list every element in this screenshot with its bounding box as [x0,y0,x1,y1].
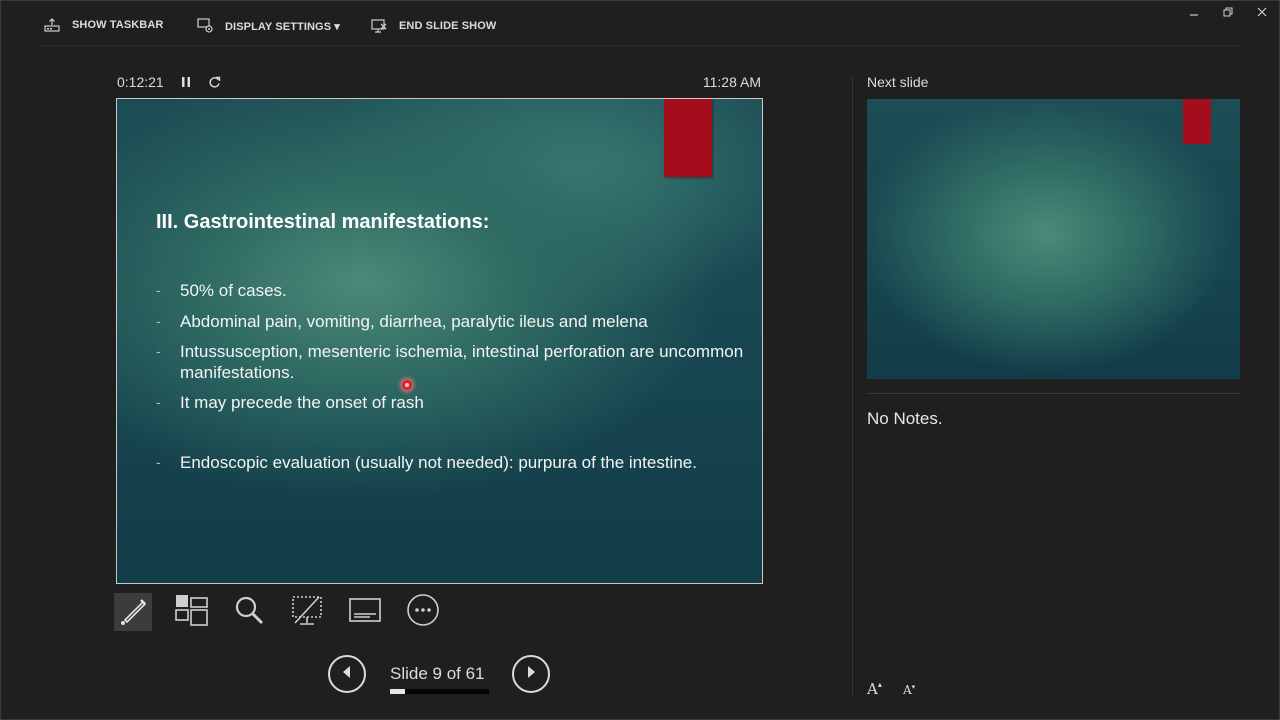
decrease-font-label: A [903,683,912,697]
subtitles-button[interactable] [346,593,384,631]
slide-progress-bar [390,689,489,694]
zoom-icon [232,593,266,632]
bullet-text: Abdominal pain, vomiting, diarrhea, para… [180,312,648,331]
decrease-caret-icon: ▾ [911,683,916,691]
previous-slide-button[interactable] [328,655,366,693]
restart-timer-icon[interactable] [206,74,222,90]
show-taskbar-button[interactable]: SHOW TASKBAR [44,18,163,32]
minimize-icon[interactable] [1183,4,1205,20]
show-taskbar-label: SHOW TASKBAR [72,19,164,31]
pane-divider [852,76,853,696]
bullet-marker: - [156,313,161,329]
bullet-item: - Abdominal pain, vomiting, diarrhea, par… [156,311,746,332]
pen-tool-button[interactable] [114,593,152,631]
see-all-slides-icon [174,593,208,632]
black-screen-icon [290,593,324,632]
bullet-marker: - [156,394,161,410]
elapsed-timer: 0:12:21 [117,74,164,90]
next-slide-button[interactable] [512,655,550,693]
restore-icon[interactable] [1217,4,1239,20]
increase-caret-icon: ▴ [877,680,882,689]
display-settings-label: DISPLAY SETTINGS ▾ [225,20,340,33]
end-slide-show-button[interactable]: END SLIDE SHOW [371,18,496,34]
zoom-button[interactable] [230,593,268,631]
display-settings-button[interactable]: DISPLAY SETTINGS ▾ [197,18,340,34]
pen-icon [116,593,150,632]
notes-divider [867,393,1240,394]
see-all-slides-button[interactable] [172,593,210,631]
slide-title: III. Gastrointestinal manifestations: [156,211,490,233]
next-slide-preview[interactable] [867,99,1240,379]
end-slide-show-icon [371,18,389,34]
increase-font-label: A [867,680,878,698]
pause-icon[interactable] [178,74,194,90]
slide-counter[interactable]: Slide 9 of 61 [390,664,485,684]
bullet-item: - Intussusception, mesenteric ischemia, i… [156,341,746,383]
triangle-left-icon [340,665,354,684]
laser-pointer [402,380,412,390]
decrease-font-size-button[interactable]: A▾ [903,683,915,697]
current-slide[interactable]: III. Gastrointestinal manifestations: - 5… [116,98,763,584]
bullet-item: - Endoscopic evaluation (usually not need… [156,452,746,473]
more-options-button[interactable] [404,593,442,631]
bullet-text: Endoscopic evaluation (usually not neede… [180,453,697,472]
bullet-marker: - [156,454,161,470]
bullet-marker: - [156,282,161,298]
speaker-notes: No Notes. [867,409,943,428]
next-slide-label: Next slide [867,74,929,90]
taskbar-icon [44,18,62,32]
bullet-text: Intussusception, mesenteric ischemia, in… [180,342,744,382]
toolbar-divider [40,45,1240,46]
bullet-text: 50% of cases. [180,281,287,300]
subtitles-icon [348,593,382,632]
more-options-icon [406,593,440,632]
bullet-text: It may precede the onset of rash [180,393,424,412]
close-icon[interactable] [1251,4,1273,20]
bullet-item: - 50% of cases. [156,280,746,301]
slide-progress-fill [390,689,405,694]
black-screen-button[interactable] [288,593,326,631]
increase-font-size-button[interactable]: A▴ [867,680,882,698]
display-settings-icon [197,18,215,34]
current-time: 11:28 AM [702,74,761,90]
next-slide-bookmark-decoration [1183,99,1211,144]
triangle-right-icon [524,665,538,684]
bullet-marker: - [156,343,161,359]
slide-bullet-list: - 50% of cases. - Abdominal pain, vomiting… [156,280,746,473]
bullet-item: - It may precede the onset of rash [156,392,746,413]
slide-bookmark-decoration [664,99,712,177]
end-slide-show-label: END SLIDE SHOW [399,20,497,32]
